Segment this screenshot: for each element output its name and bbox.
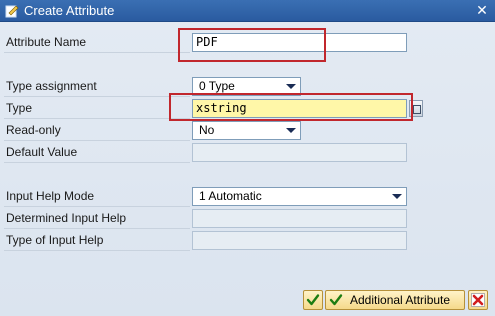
type-of-input-help-row: Type of Input Help [0,230,495,252]
read-only-value: No [199,123,215,137]
type-assignment-label: Type assignment [4,76,190,97]
default-value-field [192,143,407,162]
close-x-icon[interactable]: ✕ [475,3,489,17]
value-help-icon[interactable] [409,100,423,117]
additional-attribute-button[interactable]: Additional Attribute [325,290,465,310]
dialog-body: Attribute Name PDF Type assignment 0 Typ… [0,22,495,316]
ok-button[interactable] [303,290,323,310]
default-value-label: Default Value [4,142,190,163]
read-only-select[interactable]: No [192,121,301,140]
attribute-name-label: Attribute Name [4,32,190,53]
type-assignment-row: Type assignment 0 Type [0,76,495,98]
cancel-button[interactable] [468,290,488,310]
default-value-row: Default Value [0,142,495,164]
additional-attribute-label: Additional Attribute [350,293,451,307]
attribute-name-row: Attribute Name PDF [0,32,495,54]
chevron-down-icon [286,84,296,89]
window-title: Create Attribute [24,3,115,18]
attribute-name-field[interactable]: PDF [192,33,407,52]
check-icon [329,294,343,306]
chevron-down-icon [286,128,296,133]
edit-dialog-icon [5,5,19,18]
type-of-input-help-field [192,231,407,250]
type-assignment-select[interactable]: 0 Type [192,77,301,96]
type-row: Type xstring [0,98,495,120]
input-help-mode-label: Input Help Mode [4,186,190,207]
chevron-down-icon [392,194,402,199]
input-help-mode-value: 1 Automatic [199,189,262,203]
determined-input-help-field [192,209,407,228]
determined-input-help-label: Determined Input Help [4,208,190,229]
type-field[interactable]: xstring [192,99,407,118]
title-bar: Create Attribute ✕ [0,0,495,22]
type-of-input-help-label: Type of Input Help [4,230,190,251]
read-only-label: Read-only [4,120,190,141]
type-assignment-value: 0 Type [199,79,235,93]
determined-input-help-row: Determined Input Help [0,208,495,230]
read-only-row: Read-only No [0,120,495,142]
input-help-mode-select[interactable]: 1 Automatic [192,187,407,206]
check-icon [306,294,320,306]
cancel-icon [471,293,485,307]
type-label: Type [4,98,190,119]
input-help-mode-row: Input Help Mode 1 Automatic [0,186,495,208]
